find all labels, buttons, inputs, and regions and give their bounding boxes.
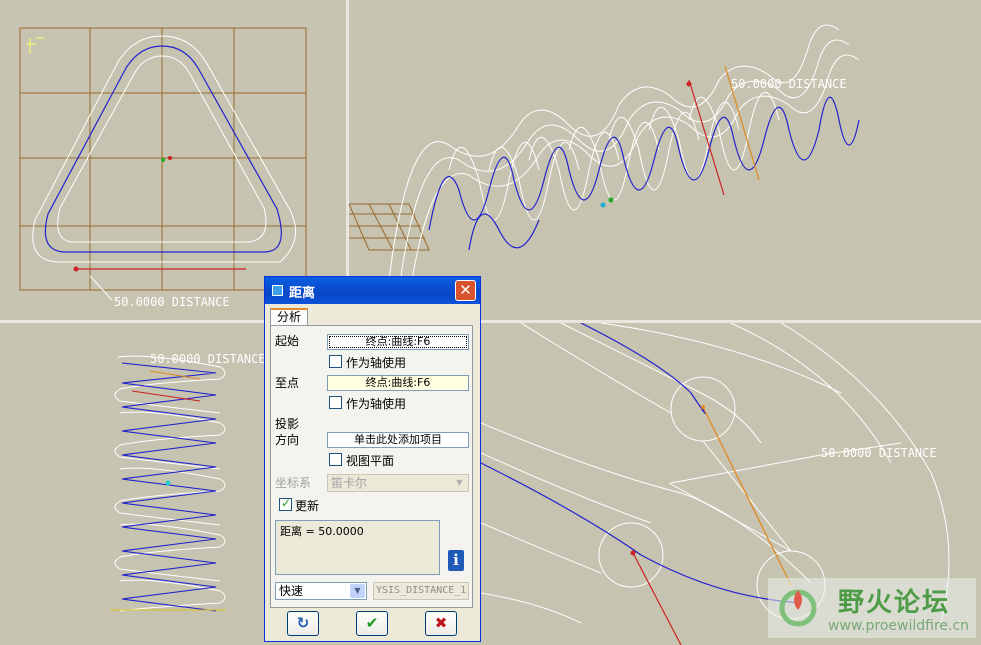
update-checkbox[interactable] [279,496,292,511]
projection-label: 投影 [275,417,300,431]
view-plane-label: 视图平面 [346,454,395,468]
distance-dialog: 距离 ✕ 分析 起始 终点:曲线:F6 作为轴使用 至点 终点:曲线:F6 作为… [264,276,481,642]
to-point-field[interactable]: 终点:曲线:F6 [327,375,469,391]
start-point-field[interactable]: 终点:曲线:F6 [327,334,469,350]
result-box[interactable]: 距离 = 50.0000 [275,520,440,575]
ok-button[interactable]: ✔ [356,611,388,636]
dimension-label: 50.0000 DISTANCE [821,446,937,460]
projection-direction-field[interactable]: 单击此处添加项目 [327,432,469,448]
watermark-title: 野火论坛 [838,588,951,618]
coord-system-value: 笛卡尔 [331,476,368,490]
dialog-title-bar[interactable]: 距离 ✕ [265,277,480,304]
tab-analysis[interactable]: 分析 [270,308,308,326]
viewport-side-view[interactable]: 50.0000 DISTANCE [0,323,264,645]
feature-name-field[interactable]: YSIS_DISTANCE_1 [373,582,469,600]
to-as-axis-checkbox[interactable] [329,396,342,409]
coord-system-select: 笛卡尔 ▼ [327,474,469,492]
start-as-axis-checkbox[interactable] [329,355,342,368]
direction-label: 方向 [275,433,300,447]
spring-isometric-view: 50.0000 DISTANCE [349,24,860,301]
flame-logo-icon [779,589,817,627]
coord-system-label: 坐标系 [275,476,312,490]
forum-watermark: 野火论坛 www.proewildfire.cn [768,578,976,638]
dimension-label: 50.0000 DISTANCE [114,295,230,309]
close-button[interactable]: ✕ [455,280,476,301]
window-icon [272,285,283,296]
watermark-url: www.proewildfire.cn [828,618,970,634]
dimension-label: 50.0000 DISTANCE [731,77,847,91]
mode-select[interactable]: 快速 ▼ [275,582,367,600]
chevron-down-icon: ▼ [452,476,467,490]
to-as-axis-label: 作为轴使用 [346,397,407,411]
dimension-label: 50.0000 DISTANCE [150,352,264,366]
info-icon[interactable]: i [448,550,464,571]
start-label: 起始 [275,334,300,348]
viewport-top-view[interactable]: 50.0000 DISTANCE [0,0,346,320]
triangle-spring-top-view: 50.0000 DISTANCE [19,27,307,309]
result-text: 距离 = 50.0000 [280,525,364,538]
start-as-axis-label: 作为轴使用 [346,356,407,370]
mode-value: 快速 [279,584,304,598]
chevron-down-icon: ▼ [350,584,365,598]
view-plane-checkbox[interactable] [329,453,342,466]
spring-side-view: 50.0000 DISTANCE [110,352,264,612]
cancel-button[interactable]: ✖ [425,611,457,636]
update-label: 更新 [295,499,320,513]
analysis-panel: 起始 终点:曲线:F6 作为轴使用 至点 终点:曲线:F6 作为轴使用 投影 方… [270,325,473,608]
viewport-isometric[interactable]: 50.0000 DISTANCE [349,0,981,320]
refresh-button[interactable]: ↻ [287,611,319,636]
dialog-title: 距离 [289,286,316,301]
to-label: 至点 [275,376,300,390]
